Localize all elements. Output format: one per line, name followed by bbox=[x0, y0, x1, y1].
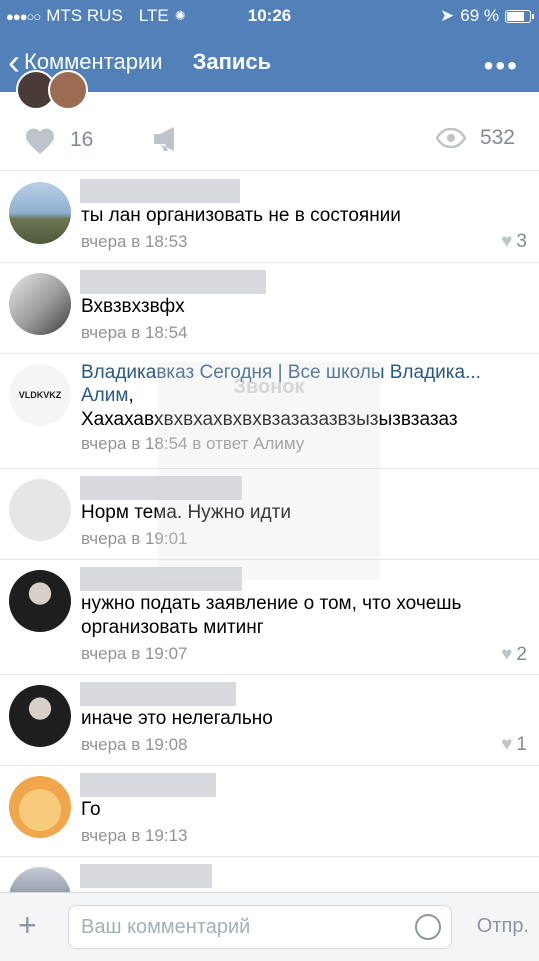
comment-item: ты лан организовать не в состоянии вчера… bbox=[0, 172, 539, 263]
avatar[interactable] bbox=[9, 570, 71, 632]
avatar[interactable] bbox=[9, 182, 71, 244]
battery-icon bbox=[505, 9, 534, 23]
share-button[interactable] bbox=[152, 126, 182, 152]
comment-text: Го bbox=[81, 799, 101, 820]
avatar[interactable] bbox=[9, 776, 71, 838]
comment-time: вчера в 19:13 bbox=[81, 826, 188, 845]
comment-like-button[interactable]: ♥ 2 bbox=[501, 644, 527, 666]
eye-icon bbox=[435, 128, 466, 148]
comment-item: иначе это нелегально вчера в 19:08 ♥ 1 bbox=[0, 675, 539, 766]
avatar[interactable] bbox=[9, 867, 71, 892]
author-name-redacted bbox=[80, 773, 216, 797]
comment-input-box bbox=[68, 905, 452, 949]
comment-like-button[interactable]: ♥ 1 bbox=[501, 734, 527, 756]
comment-time: вчера в 18:54 bbox=[81, 323, 188, 342]
comment-text: нужно подать заявление о том, что хочешь… bbox=[81, 593, 462, 638]
comment-input[interactable] bbox=[79, 906, 413, 948]
like-button[interactable]: 16 bbox=[24, 126, 93, 154]
comment-likes: 3 bbox=[516, 231, 527, 252]
comment-item bbox=[0, 857, 539, 892]
author-name-redacted bbox=[80, 682, 236, 706]
avatar-logo: VLDKVKZ bbox=[18, 390, 62, 400]
overlay-label: Звонок bbox=[233, 376, 305, 398]
avatar[interactable]: VLDKVKZ bbox=[9, 364, 71, 426]
page-title: Запись bbox=[192, 49, 272, 74]
views-stat: 532 bbox=[435, 126, 515, 150]
liked-avatars bbox=[16, 70, 88, 110]
attach-button[interactable]: + bbox=[18, 909, 37, 941]
comment-text: Вхвзвхзвфх bbox=[81, 296, 185, 317]
comment-item: Вхвзвхзвфх вчера в 18:54 bbox=[0, 263, 539, 354]
comment-list: ты лан организовать не в состоянии вчера… bbox=[0, 172, 539, 892]
location-icon: ➤ bbox=[440, 6, 455, 25]
heart-icon: ♥ bbox=[501, 231, 513, 252]
comment-composer: + Отпр. bbox=[0, 892, 539, 961]
post-stats: 16 532 bbox=[0, 70, 539, 171]
comment-text: ты лан организовать не в состоянии bbox=[81, 205, 401, 226]
comment-time: вчера в 19:08 bbox=[81, 735, 188, 754]
likes-count: 16 bbox=[70, 128, 94, 151]
avatar[interactable] bbox=[9, 273, 71, 335]
comment-likes: 2 bbox=[516, 644, 527, 665]
author-name-redacted bbox=[80, 270, 266, 294]
avatar[interactable] bbox=[9, 479, 71, 541]
send-button[interactable]: Отпр. bbox=[477, 915, 529, 938]
status-bar: ●●●○○ MTS RUS LTE ✺ 10:26 ➤ 69 % bbox=[0, 0, 539, 32]
views-count: 532 bbox=[479, 126, 515, 149]
comment-time: вчера в 19:07 bbox=[81, 644, 188, 663]
reply-mention[interactable]: Алим bbox=[81, 385, 128, 406]
comment-item: Го вчера в 19:13 bbox=[0, 766, 539, 857]
comment-likes: 1 bbox=[516, 734, 527, 755]
comment-like-button[interactable]: ♥ 3 bbox=[501, 231, 527, 253]
more-button[interactable]: ••• bbox=[484, 50, 519, 82]
heart-icon: ♥ bbox=[501, 644, 513, 665]
emoji-icon[interactable] bbox=[415, 914, 441, 940]
battery-percent: 69 % bbox=[460, 6, 499, 25]
author-name-redacted bbox=[80, 179, 240, 203]
comment-text: иначе это нелегально bbox=[81, 708, 273, 729]
heart-icon bbox=[26, 128, 54, 154]
heart-icon: ♥ bbox=[501, 734, 513, 755]
avatar[interactable] bbox=[9, 685, 71, 747]
author-name-redacted bbox=[80, 864, 212, 888]
comment-time: вчера в 18:53 bbox=[81, 232, 188, 251]
plus-icon: + bbox=[18, 907, 37, 943]
call-overlay: Звонок bbox=[158, 362, 380, 580]
megaphone-icon bbox=[154, 127, 174, 151]
